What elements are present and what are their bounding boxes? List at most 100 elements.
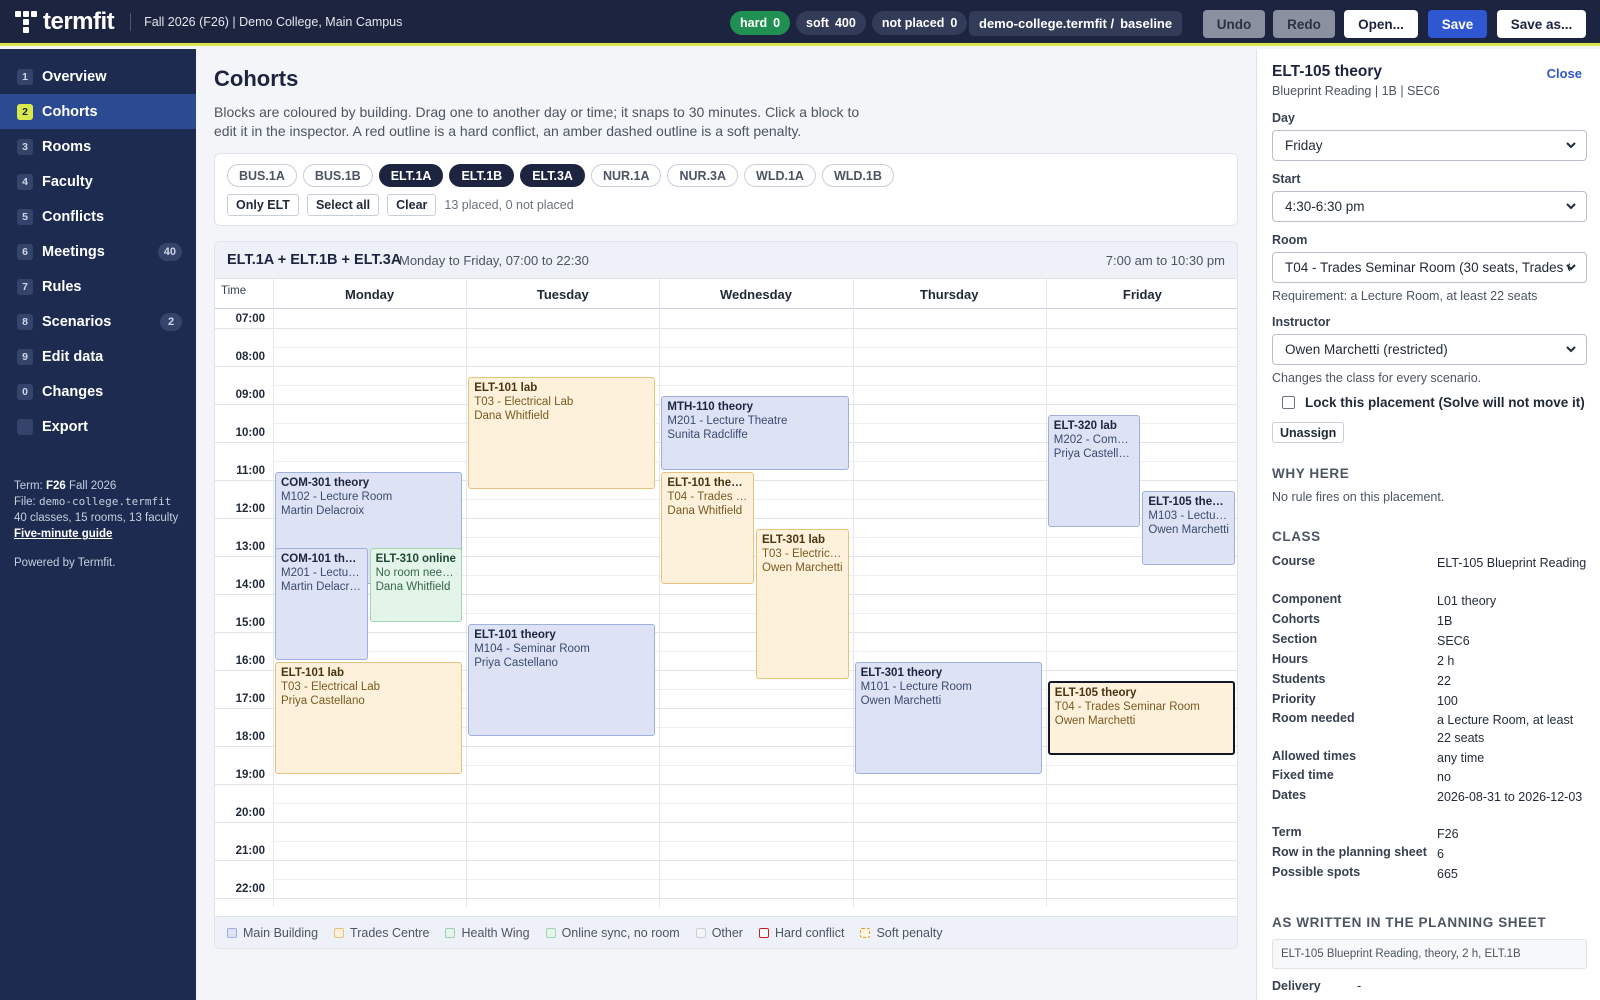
cohort-chip-nur-3a[interactable]: NUR.3A <box>667 164 739 187</box>
clear-button[interactable]: Clear <box>387 194 437 216</box>
class-block[interactable]: MTH-110 theory M201 - Lecture Theatre Suni… <box>661 396 849 470</box>
calendar-grid[interactable]: 07:00 08:00 09:00 10:00 11:00 12:00 13:00 14:00… <box>215 279 1237 907</box>
placed-summary: 13 placed, 0 not placed <box>444 198 574 212</box>
legend-swatch <box>227 927 237 938</box>
hard-status-badge[interactable]: hard 0 <box>730 11 791 35</box>
room-value: T04 - Trades Seminar Room (30 seats, Tra… <box>1285 260 1570 275</box>
class-detail-row: Cohorts 1B <box>1272 612 1592 630</box>
cohort-chip-bus-1b[interactable]: BUS.1B <box>302 164 373 187</box>
time-label: 08:00 <box>235 351 265 363</box>
class-detail-key: Dates <box>1272 788 1307 802</box>
sidebar-item-rooms[interactable]: 3 Rooms <box>0 129 196 164</box>
time-label: 11:00 <box>236 465 265 477</box>
lock-placement-row: Lock this placement (Solve will not move… <box>1272 395 1585 410</box>
day-select[interactable]: Friday <box>1272 130 1587 161</box>
class-block-room: T03 - Electrical Lab <box>281 681 381 693</box>
cohort-chip-bus-1a[interactable]: BUS.1A <box>227 164 297 187</box>
room-select[interactable]: T04 - Trades Seminar Room (30 seats, Tra… <box>1272 252 1587 283</box>
cohort-chip-nur-1a[interactable]: NUR.1A <box>590 164 662 187</box>
grid-line <box>215 632 1237 633</box>
class-block-title: ELT-105 theory <box>1148 496 1229 508</box>
not-placed-status-badge[interactable]: not placed 0 <box>871 11 968 35</box>
redo-button[interactable]: Redo <box>1273 10 1335 38</box>
day-header-wednesday: Wednesday <box>719 286 792 302</box>
logo-text: termfit <box>43 7 115 35</box>
class-block-title: ELT-310 online <box>375 553 456 565</box>
cohort-chip-wld-1b[interactable]: WLD.1B <box>821 164 894 187</box>
class-block[interactable]: ELT-301 theory M101 - Lecture Room Owen Ma… <box>854 662 1042 774</box>
file-info: File: demo-college.termfit <box>14 495 172 508</box>
cohort-chip-elt-1a[interactable]: ELT.1A <box>378 164 444 187</box>
app-logo[interactable]: termfit <box>15 7 115 36</box>
class-block-title: ELT-301 theory <box>860 667 943 679</box>
save-as-button[interactable]: Save as... <box>1497 10 1586 38</box>
cohort-chip-elt-1b[interactable]: ELT.1B <box>449 164 515 187</box>
class-block[interactable]: ELT-310 online No room needed Dana Whitfie… <box>369 548 463 622</box>
class-detail-value: F26 <box>1437 827 1459 841</box>
sidebar-item-faculty[interactable]: 4 Faculty <box>0 164 196 199</box>
class-block-title: ELT-105 theory <box>1054 687 1137 699</box>
class-block-room: T03 - Electrical Lab <box>474 396 574 408</box>
class-block-instructor: Owen Marchetti <box>1054 715 1136 727</box>
time-label: 18:00 <box>235 731 265 743</box>
data-stats: 40 classes, 15 rooms, 13 faculty <box>14 512 179 524</box>
only-elt-button[interactable]: Only ELT <box>227 194 299 216</box>
cohort-chip-elt-3a[interactable]: ELT.3A <box>520 164 585 187</box>
nav-shortcut-number: 3 <box>17 138 33 155</box>
sidebar-item-edit-data[interactable]: 9 Edit data <box>0 339 196 374</box>
close-inspector-button[interactable]: Close <box>1547 66 1582 81</box>
page-title: Cohorts <box>214 66 299 91</box>
five-minute-guide-link[interactable]: Five-minute guide <box>14 528 112 540</box>
scenario-name: baseline <box>1120 16 1173 31</box>
class-block[interactable]: ELT-105 theory T04 - Trades Seminar Room O… <box>1047 681 1235 755</box>
undo-button[interactable]: Undo <box>1203 10 1265 38</box>
class-block-title: COM-101 theory <box>281 553 362 565</box>
instructor-select[interactable]: Owen Marchetti (restricted) <box>1272 334 1587 365</box>
grid-line <box>215 328 1237 329</box>
class-block[interactable]: ELT-101 lab T03 - Electrical Lab Priya Cas… <box>275 662 463 774</box>
sidebar-item-cohorts[interactable]: 2 Cohorts <box>0 94 196 129</box>
chevron-down-icon <box>1566 142 1576 149</box>
class-block-title: ELT-320 lab <box>1053 420 1117 432</box>
soft-status-badge[interactable]: soft 400 <box>796 11 866 35</box>
class-block-instructor: Dana Whitfield <box>375 581 451 593</box>
class-detail-value: 2 h <box>1437 654 1455 668</box>
class-block[interactable]: ELT-301 lab T03 - Electrical Lab Owen Marc… <box>756 529 849 679</box>
class-block[interactable]: ELT-101 theory M104 - Seminar Room Priya C… <box>468 624 656 736</box>
instructor-label: Instructor <box>1272 315 1331 329</box>
calendar-header: ELT.1A + ELT.1B + ELT.3A Monday to Frida… <box>215 242 1237 279</box>
open-button[interactable]: Open... <box>1344 10 1418 38</box>
class-block-room: T04 - Trades Seminar Room <box>1054 701 1200 713</box>
sidebar-item-export[interactable]: Export <box>0 409 196 444</box>
select-all-button[interactable]: Select all <box>306 194 380 216</box>
cohort-chip-wld-1a[interactable]: WLD.1A <box>744 164 816 187</box>
save-button[interactable]: Save <box>1428 10 1487 38</box>
building-legend: Main Building Trades Centre Health Wing Onl… <box>215 916 1237 948</box>
room-label: Room <box>1272 233 1308 247</box>
class-block[interactable]: ELT-101 theory T04 - Trades Seminar Room D… <box>661 472 754 584</box>
class-block[interactable]: ELT-101 lab T03 - Electrical Lab Dana Whit… <box>468 377 656 489</box>
sidebar-item-changes[interactable]: 0 Changes <box>0 374 196 409</box>
sidebar-item-label: Rules <box>42 278 82 295</box>
start-select[interactable]: 4:30-6:30 pm <box>1272 191 1587 222</box>
sidebar-item-rules[interactable]: 7 Rules <box>0 269 196 304</box>
day-header-thursday: Thursday <box>919 286 979 302</box>
cohort-chips: BUS.1A BUS.1B ELT.1A ELT.1B ELT.3A NUR.1A NUR.… <box>227 164 894 187</box>
unassign-button[interactable]: Unassign <box>1272 422 1345 443</box>
class-detail-row: Term F26 <box>1272 825 1592 843</box>
legend-item: Hard conflict <box>758 926 844 940</box>
sidebar-item-meetings[interactable]: 6 Meetings 40 <box>0 234 196 269</box>
class-block-instructor: Martin Delacroix <box>281 505 365 517</box>
sidebar-item-overview[interactable]: 1 Overview <box>0 59 196 94</box>
legend-label: Trades Centre <box>350 925 430 940</box>
sidebar-item-scenarios[interactable]: 8 Scenarios 2 <box>0 304 196 339</box>
legend-item: Soft penalty <box>860 926 942 940</box>
lock-placement-checkbox[interactable] <box>1282 396 1295 409</box>
class-block[interactable]: ELT-320 lab M202 - Computer Lab Priya Cast… <box>1047 415 1141 527</box>
class-block[interactable]: COM-101 theory M201 - Lecture Theatre Mart… <box>275 548 368 660</box>
legend-swatch <box>695 927 706 938</box>
class-block[interactable]: ELT-105 theory M103 - Lecture Room Owen Ma… <box>1142 491 1235 565</box>
sidebar-item-conflicts[interactable]: 5 Conflicts <box>0 199 196 234</box>
scenario-selector[interactable]: demo-college.termfit / baseline <box>969 11 1183 36</box>
time-label: 17:00 <box>235 693 265 705</box>
